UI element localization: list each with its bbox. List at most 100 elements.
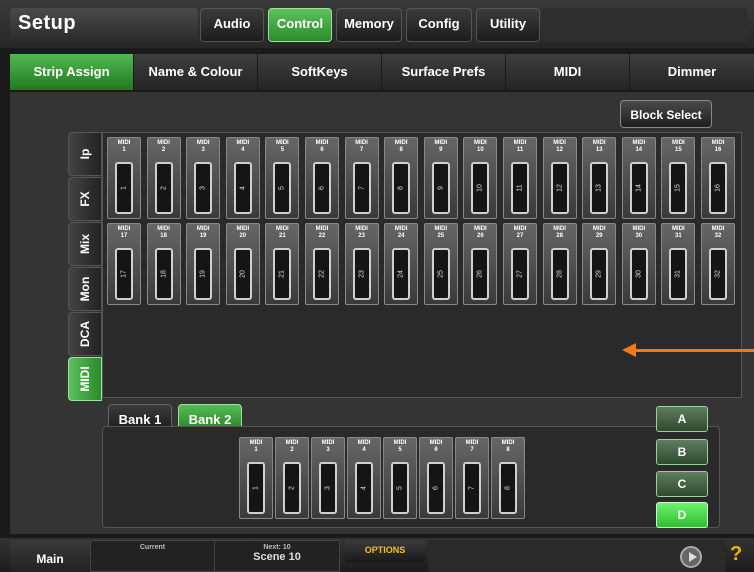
bank-strip[interactable]: MIDI 2 2 bbox=[275, 437, 309, 519]
layer-b-button[interactable]: B bbox=[656, 439, 708, 465]
source-tab-mix[interactable]: Mix bbox=[68, 222, 102, 266]
source-strip[interactable]: MIDI 10 10 bbox=[463, 137, 498, 219]
bank-strip[interactable]: MIDI 3 3 bbox=[311, 437, 345, 519]
fader-cap: 18 bbox=[154, 248, 173, 300]
strip-label: MIDI 13 bbox=[583, 140, 615, 154]
source-strip[interactable]: MIDI 8 8 bbox=[384, 137, 419, 219]
source-strip[interactable]: MIDI 2 2 bbox=[146, 137, 181, 219]
source-tab-dca[interactable]: DCA bbox=[68, 312, 102, 356]
fader-number: 6 bbox=[318, 186, 326, 190]
help-icon[interactable]: ? bbox=[730, 543, 742, 566]
bank-strip[interactable]: MIDI 6 6 bbox=[419, 437, 453, 519]
source-strip[interactable]: MIDI 1 1 bbox=[107, 137, 141, 219]
source-strip[interactable]: MIDI 14 14 bbox=[621, 137, 656, 219]
source-strip[interactable]: MIDI 7 7 bbox=[344, 137, 379, 219]
source-tab-midi[interactable]: MIDI bbox=[68, 357, 102, 401]
source-tabs: Ip FX Mix Mon DCA MIDI bbox=[68, 132, 102, 404]
source-strip[interactable]: MIDI 29 29 bbox=[582, 223, 617, 305]
source-strip[interactable]: MIDI 25 25 bbox=[423, 223, 458, 305]
strip-label: MIDI 6 bbox=[306, 140, 338, 154]
source-strip[interactable]: MIDI 19 19 bbox=[186, 223, 221, 305]
source-strip[interactable]: MIDI 13 13 bbox=[582, 137, 617, 219]
fader-cap: 3 bbox=[194, 162, 213, 214]
strip-prefix: MIDI bbox=[513, 140, 527, 146]
strip-number: 18 bbox=[160, 233, 167, 239]
strip-label: MIDI 29 bbox=[583, 226, 615, 240]
play-icon[interactable] bbox=[680, 546, 702, 568]
strip-prefix: MIDI bbox=[429, 440, 443, 446]
source-tab-fx[interactable]: FX bbox=[68, 177, 102, 221]
bank-strip[interactable]: MIDI 7 7 bbox=[455, 437, 489, 519]
fader-cap: 22 bbox=[313, 248, 331, 300]
subtab-midi[interactable]: MIDI bbox=[506, 54, 630, 90]
fader-number: 16 bbox=[714, 184, 722, 192]
fader-number: 29 bbox=[595, 270, 603, 278]
subtab-strip-assign[interactable]: Strip Assign bbox=[10, 54, 134, 90]
strip-prefix: MIDI bbox=[276, 226, 289, 232]
source-strip[interactable]: MIDI 30 30 bbox=[621, 223, 656, 305]
strip-prefix: MIDI bbox=[157, 140, 170, 146]
bank-strip[interactable]: MIDI 8 8 bbox=[491, 437, 525, 519]
strip-prefix: MIDI bbox=[513, 226, 527, 232]
source-strip[interactable]: MIDI 24 24 bbox=[384, 223, 419, 305]
strip-prefix: MIDI bbox=[553, 226, 566, 232]
bank-strip[interactable]: MIDI 5 5 bbox=[383, 437, 417, 519]
subtab-softkeys[interactable]: SoftKeys bbox=[258, 54, 382, 90]
source-strip[interactable]: MIDI 4 4 bbox=[225, 137, 260, 219]
source-strip[interactable]: MIDI 3 3 bbox=[186, 137, 221, 219]
fader-cap: 3 bbox=[319, 462, 337, 514]
source-strip[interactable]: MIDI 6 6 bbox=[305, 137, 339, 219]
source-tab-mon[interactable]: Mon bbox=[68, 267, 102, 311]
options-button[interactable]: OPTIONS bbox=[344, 540, 426, 562]
main-button[interactable]: Main bbox=[10, 540, 90, 572]
strip-number: 6 bbox=[320, 147, 324, 153]
source-strip[interactable]: MIDI 12 12 bbox=[542, 137, 577, 219]
fader-cap: 28 bbox=[550, 248, 569, 300]
subtab-name-colour[interactable]: Name & Colour bbox=[134, 54, 258, 90]
source-strip[interactable]: MIDI 23 23 bbox=[344, 223, 379, 305]
source-strip[interactable]: MIDI 16 16 bbox=[701, 137, 735, 219]
source-strip[interactable]: MIDI 21 21 bbox=[265, 223, 300, 305]
source-strip[interactable]: MIDI 5 5 bbox=[265, 137, 300, 219]
tab-audio[interactable]: Audio bbox=[200, 8, 264, 42]
source-strip[interactable]: MIDI 22 22 bbox=[305, 223, 339, 305]
block-select-button[interactable]: Block Select bbox=[620, 100, 712, 128]
strip-prefix: MIDI bbox=[236, 140, 250, 146]
strip-prefix: MIDI bbox=[276, 140, 289, 146]
layer-a-button[interactable]: A bbox=[656, 406, 708, 432]
source-strip[interactable]: MIDI 27 27 bbox=[503, 223, 537, 305]
fader-number: 3 bbox=[199, 186, 207, 190]
source-strip[interactable]: MIDI 11 11 bbox=[503, 137, 537, 219]
source-strip[interactable]: MIDI 15 15 bbox=[661, 137, 696, 219]
bank-strip-panel: MIDI 1 1 MIDI 2 2 MIDI 3 3 MIDI 4 4 MIDI 5 5 MIDI 6 6 MIDI… bbox=[102, 426, 720, 528]
source-strip[interactable]: MIDI 18 18 bbox=[146, 223, 181, 305]
source-strip[interactable]: MIDI 9 9 bbox=[423, 137, 458, 219]
strip-label: MIDI 32 bbox=[702, 226, 734, 240]
source-strip[interactable]: MIDI 17 17 bbox=[107, 223, 141, 305]
tab-control[interactable]: Control bbox=[268, 8, 332, 42]
bank-strip[interactable]: MIDI 1 1 bbox=[239, 437, 273, 519]
tab-config[interactable]: Config bbox=[406, 8, 472, 42]
strip-label: MIDI 23 bbox=[346, 226, 378, 240]
strip-label: MIDI 18 bbox=[148, 226, 180, 240]
layer-c-button[interactable]: C bbox=[656, 471, 708, 497]
tab-memory[interactable]: Memory bbox=[336, 8, 402, 42]
fader-number: 21 bbox=[278, 270, 286, 278]
source-tab-ip[interactable]: Ip bbox=[68, 132, 102, 176]
tab-utility[interactable]: Utility bbox=[476, 8, 540, 42]
bank-strip[interactable]: MIDI 4 4 bbox=[347, 437, 381, 519]
source-strip[interactable]: MIDI 26 26 bbox=[463, 223, 498, 305]
subtab-dimmer[interactable]: Dimmer bbox=[630, 54, 754, 90]
source-strip[interactable]: MIDI 28 28 bbox=[542, 223, 577, 305]
strip-prefix: MIDI bbox=[315, 140, 329, 146]
fader-cap: 26 bbox=[471, 248, 490, 300]
sub-tab-bar: Strip Assign Name & Colour SoftKeys Surf… bbox=[10, 54, 754, 90]
source-strip[interactable]: MIDI 32 32 bbox=[701, 223, 735, 305]
subtab-surface-prefs[interactable]: Surface Prefs bbox=[382, 54, 506, 90]
fader-cap: 30 bbox=[629, 248, 648, 300]
source-strip[interactable]: MIDI 31 31 bbox=[661, 223, 696, 305]
strip-label: MIDI 4 bbox=[227, 140, 259, 154]
layer-d-button[interactable]: D bbox=[656, 502, 708, 528]
source-strip[interactable]: MIDI 20 20 bbox=[225, 223, 260, 305]
fader-number: 19 bbox=[199, 270, 207, 278]
